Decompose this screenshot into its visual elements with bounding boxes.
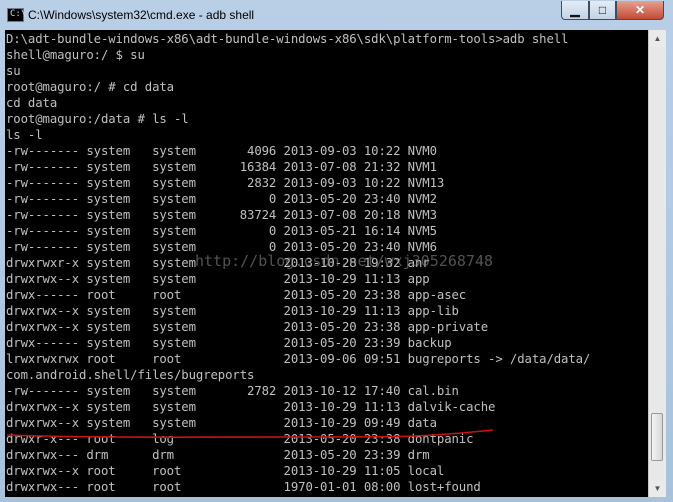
minimize-button[interactable]: ▁: [561, 1, 589, 20]
cmd-window: C:\ C:\Windows\system32\cmd.exe - adb sh…: [0, 0, 673, 502]
close-button[interactable]: ✕: [616, 1, 664, 20]
console-output[interactable]: D:\adt-bundle-windows-x86\adt-bundle-win…: [5, 30, 648, 497]
scroll-down-arrow-icon[interactable]: ▼: [649, 480, 666, 497]
scrollbar-thumb[interactable]: [651, 412, 663, 461]
maximize-button[interactable]: □: [589, 1, 616, 20]
cmd-icon-text: C:\: [10, 9, 27, 19]
cmd-app-icon[interactable]: C:\: [7, 8, 27, 22]
red-underline-annotation: [6, 429, 494, 438]
title-bar[interactable]: C:\ C:\Windows\system32\cmd.exe - adb sh…: [0, 0, 673, 30]
window-title: C:\Windows\system32\cmd.exe - adb shell: [28, 8, 255, 22]
vertical-scrollbar[interactable]: ▲ ▼: [648, 30, 666, 497]
underline-stroke: [6, 429, 494, 438]
scroll-up-arrow-icon[interactable]: ▲: [649, 30, 666, 47]
